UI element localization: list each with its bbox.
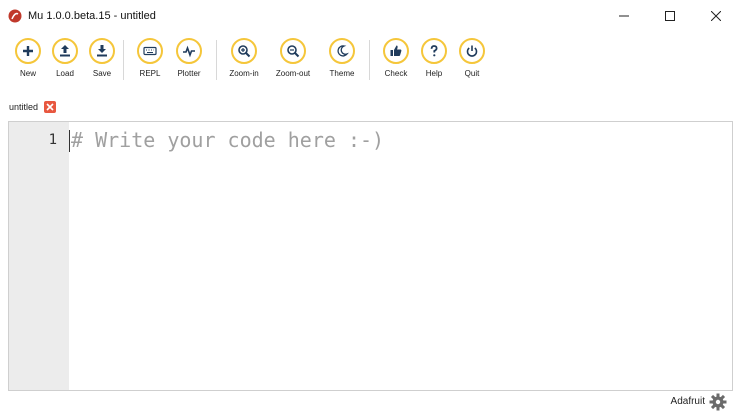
close-icon — [46, 103, 54, 111]
pulse-icon — [183, 45, 195, 58]
zoom-out-button[interactable]: Zoom-out — [271, 38, 315, 78]
minimize-icon — [619, 15, 629, 17]
title-bar: Mu 1.0.0.beta.15 - untitled — [0, 0, 739, 32]
plus-icon — [23, 46, 33, 56]
tab-bar: untitled — [0, 94, 739, 120]
plotter-button[interactable]: Plotter — [167, 38, 211, 78]
question-icon — [430, 45, 438, 57]
close-button[interactable] — [693, 0, 739, 32]
maximize-button[interactable] — [647, 0, 693, 32]
maximize-icon — [665, 11, 675, 21]
moon-icon — [337, 45, 349, 57]
quit-button[interactable]: Quit — [450, 38, 494, 78]
line-number-gutter: 1 — [9, 122, 69, 390]
line-number: 1 — [48, 132, 57, 148]
mode-label[interactable]: Adafruit — [671, 396, 705, 407]
gear-icon[interactable] — [709, 393, 727, 411]
tab-label: untitled — [9, 102, 39, 112]
power-icon — [466, 45, 478, 57]
minimize-button[interactable] — [601, 0, 647, 32]
zoom-in-icon — [238, 45, 251, 58]
theme-button[interactable]: Theme — [320, 38, 364, 78]
status-bar: Adafruit — [0, 392, 739, 412]
save-button[interactable]: Save — [80, 38, 124, 78]
toolbar-separator — [216, 40, 217, 80]
toolbar-separator — [123, 40, 124, 80]
zoom-out-icon — [287, 45, 300, 58]
text-cursor — [69, 130, 70, 152]
toolbar: New Load Save REPL Plotter Zoom-in Zoom-… — [0, 32, 739, 94]
mu-logo-icon — [8, 9, 22, 23]
download-icon — [97, 45, 107, 57]
code-line[interactable]: # Write your code here :-) — [71, 128, 384, 152]
repl-button[interactable]: REPL — [128, 38, 172, 78]
window-title: Mu 1.0.0.beta.15 - untitled — [28, 10, 156, 22]
upload-icon — [60, 45, 70, 57]
tab-untitled[interactable]: untitled — [3, 94, 63, 120]
code-editor[interactable]: 1 # Write your code here :-) — [8, 121, 733, 391]
close-icon — [711, 11, 721, 21]
keyboard-icon — [143, 46, 157, 56]
window-controls — [601, 0, 739, 32]
zoom-in-button[interactable]: Zoom-in — [222, 38, 266, 78]
thumbs-up-icon — [390, 45, 402, 56]
tab-close-button[interactable] — [44, 101, 57, 113]
toolbar-separator — [369, 40, 370, 80]
